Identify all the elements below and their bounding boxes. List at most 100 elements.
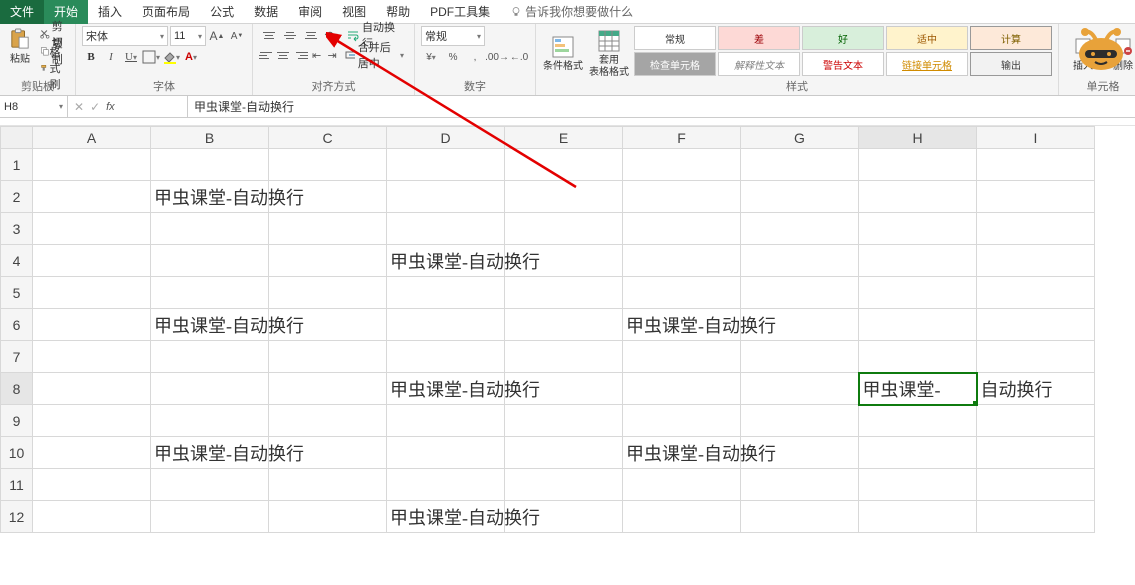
cell-D4[interactable]: 甲虫课堂-自动换行 xyxy=(387,245,505,277)
row-header-1[interactable]: 1 xyxy=(1,149,33,181)
fill-color-button[interactable]: ▾ xyxy=(162,48,180,66)
currency-button[interactable]: ¥▾ xyxy=(421,48,441,66)
group-label-clipboard: 剪贴板 xyxy=(0,78,75,94)
paste-icon xyxy=(10,28,30,50)
cell-H8[interactable]: 甲虫课堂- xyxy=(859,373,977,405)
row-header-10[interactable]: 10 xyxy=(1,437,33,469)
cell-B2[interactable]: 甲虫课堂-自动换行 xyxy=(151,181,269,213)
style-neutral[interactable]: 适中 xyxy=(886,26,968,50)
table-icon xyxy=(597,29,621,53)
row-header-9[interactable]: 9 xyxy=(1,405,33,437)
number-format-select[interactable]: 常规▾ xyxy=(421,26,485,46)
align-right-button[interactable] xyxy=(293,46,308,64)
cell-B10[interactable]: 甲虫课堂-自动换行 xyxy=(151,437,269,469)
formula-buttons: ✕ ✓ fx xyxy=(68,96,188,117)
merge-center-button[interactable]: 合并后居中▾ xyxy=(341,46,408,64)
align-left-button[interactable] xyxy=(259,46,274,64)
tab-file[interactable]: 文件 xyxy=(0,0,44,24)
paintbrush-icon xyxy=(40,61,47,75)
decrease-indent-button[interactable]: ⇤ xyxy=(310,46,323,64)
row-header-5[interactable]: 5 xyxy=(1,277,33,309)
tab-data[interactable]: 数据 xyxy=(244,0,288,24)
group-label-number: 数字 xyxy=(415,78,535,94)
col-header-I[interactable]: I xyxy=(977,127,1095,149)
orientation-button[interactable]: ⟲▾ xyxy=(322,26,339,44)
tab-review[interactable]: 审阅 xyxy=(288,0,332,24)
tell-me-search[interactable]: 告诉我你想要做什么 xyxy=(500,0,643,24)
col-header-H[interactable]: H xyxy=(859,127,977,149)
font-name-select[interactable]: 宋体▾ xyxy=(82,26,168,46)
cancel-formula-button[interactable]: ✕ xyxy=(74,100,84,114)
col-header-A[interactable]: A xyxy=(33,127,151,149)
italic-button[interactable]: I xyxy=(102,48,120,66)
col-header-E[interactable]: E xyxy=(505,127,623,149)
cell-F6[interactable]: 甲虫课堂-自动换行 xyxy=(623,309,741,341)
style-link[interactable]: 链接单元格 xyxy=(886,52,968,76)
cell-styles-gallery[interactable]: 常规 差 好 适中 计算 检查单元格 解释性文本 警告文本 链接单元格 输出 xyxy=(634,26,1052,82)
style-output[interactable]: 输出 xyxy=(970,52,1052,76)
style-calc[interactable]: 计算 xyxy=(970,26,1052,50)
style-warn[interactable]: 警告文本 xyxy=(802,52,884,76)
increase-decimal-button[interactable]: .00→ xyxy=(487,48,507,66)
enter-formula-button[interactable]: ✓ xyxy=(90,100,100,114)
style-bad[interactable]: 差 xyxy=(718,26,800,50)
cell-D12[interactable]: 甲虫课堂-自动换行 xyxy=(387,501,505,533)
decrease-font-button[interactable]: A▼ xyxy=(228,27,246,45)
col-header-C[interactable]: C xyxy=(269,127,387,149)
fx-icon[interactable]: fx xyxy=(106,101,115,113)
paste-button[interactable]: 粘贴 xyxy=(6,26,34,82)
align-middle-button[interactable] xyxy=(280,26,299,44)
decrease-decimal-button[interactable]: ←.0 xyxy=(509,48,529,66)
row-header-3[interactable]: 3 xyxy=(1,213,33,245)
comma-button[interactable]: , xyxy=(465,48,485,66)
tab-formulas[interactable]: 公式 xyxy=(200,0,244,24)
style-check[interactable]: 检查单元格 xyxy=(634,52,716,76)
col-header-D[interactable]: D xyxy=(387,127,505,149)
group-number: 常规▾ ¥▾ % , .00→ ←.0 数字 xyxy=(415,24,536,95)
bold-button[interactable]: B xyxy=(82,48,100,66)
select-all-button[interactable] xyxy=(1,127,33,149)
cell-D8[interactable]: 甲虫课堂-自动换行 xyxy=(387,373,505,405)
name-box[interactable]: H8▾ xyxy=(0,96,68,117)
col-header-F[interactable]: F xyxy=(623,127,741,149)
col-header-B[interactable]: B xyxy=(151,127,269,149)
format-painter-button[interactable]: 格式刷 xyxy=(38,60,69,76)
group-label-cells: 单元格 xyxy=(1059,78,1135,94)
tab-pdf-tools[interactable]: PDF工具集 xyxy=(420,0,500,24)
font-color-button[interactable]: A▾ xyxy=(182,48,200,66)
underline-button[interactable]: U▾ xyxy=(122,48,140,66)
col-header-G[interactable]: G xyxy=(741,127,859,149)
row-header-6[interactable]: 6 xyxy=(1,309,33,341)
style-good[interactable]: 好 xyxy=(802,26,884,50)
row-header-8[interactable]: 8 xyxy=(1,373,33,405)
bucket-icon xyxy=(162,50,176,64)
cell-B6[interactable]: 甲虫课堂-自动换行 xyxy=(151,309,269,341)
cell-I8-overflow[interactable]: 自动换行 xyxy=(977,373,1095,405)
font-size-select[interactable]: 11▾ xyxy=(170,26,206,46)
align-center-button[interactable] xyxy=(276,46,291,64)
style-explain[interactable]: 解释性文本 xyxy=(718,52,800,76)
row-header-7[interactable]: 7 xyxy=(1,341,33,373)
increase-indent-button[interactable]: ⇥ xyxy=(325,46,338,64)
tab-page-layout[interactable]: 页面布局 xyxy=(132,0,200,24)
align-bottom-button[interactable] xyxy=(301,26,320,44)
increase-font-button[interactable]: A▲ xyxy=(208,27,226,45)
row-header-4[interactable]: 4 xyxy=(1,245,33,277)
row-header-11[interactable]: 11 xyxy=(1,469,33,501)
ribbon: 粘贴 剪切 复制 格式刷 剪贴板 宋体▾ 11▾ A▲ A▼ B I U▾ ▾ xyxy=(0,24,1135,96)
cell-F10[interactable]: 甲虫课堂-自动换行 xyxy=(623,437,741,469)
lightbulb-icon xyxy=(510,6,522,18)
row-header-12[interactable]: 12 xyxy=(1,501,33,533)
row-header-2[interactable]: 2 xyxy=(1,181,33,213)
formula-input[interactable]: 甲虫课堂-自动换行 xyxy=(188,96,1135,117)
conditional-formatting-button[interactable]: 条件格式 xyxy=(542,26,584,82)
format-as-table-button[interactable]: 套用 表格格式 xyxy=(588,26,630,82)
style-normal[interactable]: 常规 xyxy=(634,26,716,50)
scissors-icon xyxy=(40,27,50,41)
tab-insert[interactable]: 插入 xyxy=(88,0,132,24)
spreadsheet-grid[interactable]: A B C D E F G H I 1 2 甲虫课堂-自动换行 3 4 甲虫课堂-自… xyxy=(0,126,1135,533)
group-alignment: ⟲▾ 自动换行 ⇤ ⇥ 合并后居中▾ 对齐方式 xyxy=(253,24,415,95)
border-button[interactable]: ▾ xyxy=(142,48,160,66)
percent-button[interactable]: % xyxy=(443,48,463,66)
align-top-button[interactable] xyxy=(259,26,278,44)
